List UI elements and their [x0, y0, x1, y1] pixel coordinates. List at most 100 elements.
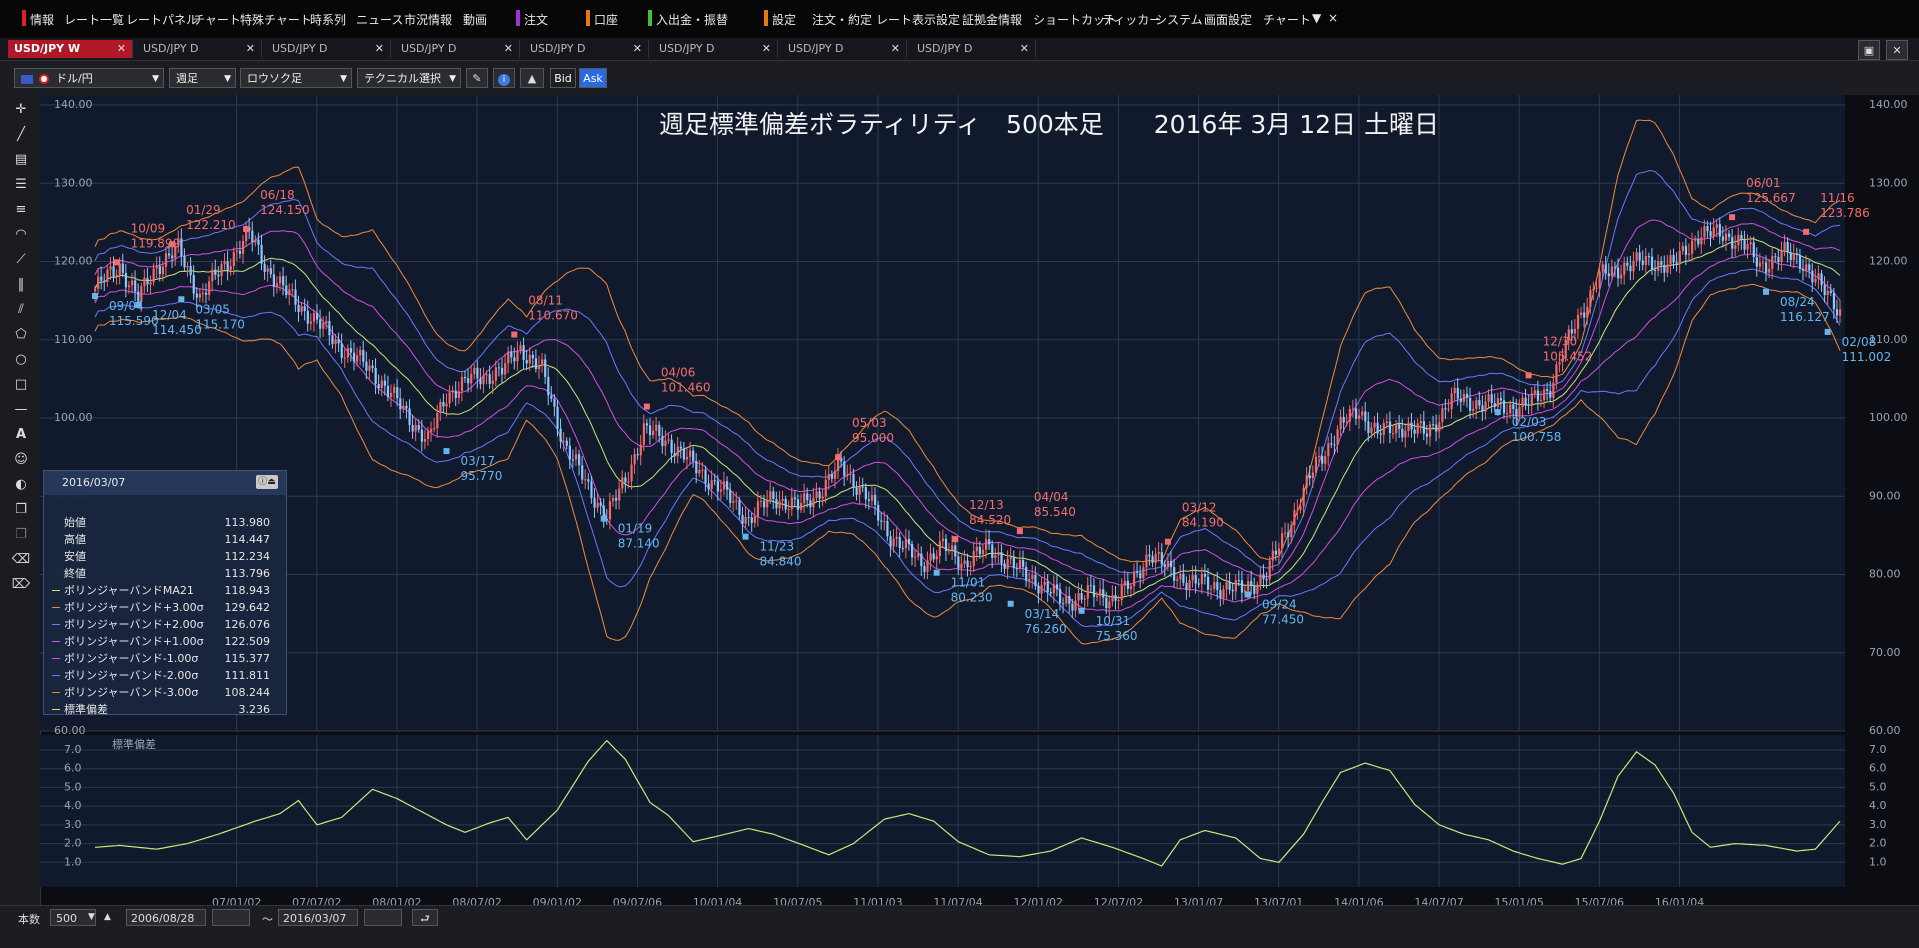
menu-item[interactable]: レートパネル [126, 11, 198, 28]
tab[interactable]: USD/JPY D ✕ [911, 40, 1036, 58]
y-tick-label-right: 80.00 [1869, 568, 1901, 581]
chevron-up-icon[interactable]: ▲ [104, 912, 111, 922]
x-tick-label: 12/01/02 [1014, 896, 1063, 905]
menu-item[interactable]: 注文 [524, 11, 548, 28]
fan-tool[interactable]: ⟋ [11, 250, 31, 270]
candle-body [544, 359, 547, 377]
menu-item[interactable]: 時系列 [310, 11, 346, 28]
tab[interactable]: USD/JPY D ✕ [782, 40, 907, 58]
candle-body [722, 481, 726, 490]
chart-style-button[interactable]: ▲ [520, 68, 544, 88]
start-time-field[interactable] [212, 909, 250, 926]
chevron-down-icon[interactable]: ▼ [88, 912, 95, 922]
menu-item[interactable]: システム [1155, 11, 1203, 28]
chart-area[interactable]: 140.00 140.00 130.00 130.00 120.00 120.00 110.… [40, 95, 1919, 905]
menu-item[interactable]: チャート [193, 11, 241, 28]
menu-item[interactable]: 画面設定 [1204, 11, 1252, 28]
candle-body [846, 474, 849, 476]
menu-item[interactable]: 設定 [772, 11, 796, 28]
info-button[interactable]: i [493, 68, 515, 88]
candle-body [670, 439, 673, 454]
menu-item[interactable]: 入出金・振替 [656, 11, 728, 28]
rectangle-tool[interactable]: □ [11, 375, 31, 395]
channel-tool[interactable]: ≡ [11, 200, 31, 220]
start-date-field[interactable]: 2006/08/28 [126, 909, 206, 926]
tab-close-icon[interactable]: ✕ [246, 40, 255, 58]
end-date-field[interactable]: 2016/03/07 [278, 909, 358, 926]
eraser-tool[interactable]: ⌫ [11, 550, 31, 570]
menu-item[interactable]: 特殊チャート [240, 11, 312, 28]
info-panel-settings-icon[interactable]: ⓘ⏏ [256, 475, 278, 489]
copy-tool[interactable]: ❐ [11, 500, 31, 520]
candle-body [759, 500, 763, 502]
maximize-button[interactable]: ▣ [1858, 40, 1880, 60]
y-tick-label-left: 130.00 [54, 176, 93, 189]
technical-select[interactable]: テクニカル選択 ▼ [357, 68, 461, 88]
crosshair-tool[interactable]: ✛ [11, 100, 31, 120]
end-time-field[interactable] [364, 909, 402, 926]
tab[interactable]: USD/JPY D ✕ [395, 40, 520, 58]
candle-body [1049, 592, 1052, 594]
pentagon-tool[interactable]: ⬠ [11, 325, 31, 345]
menu-item[interactable]: 証拠金情報 [962, 11, 1022, 28]
menu-item[interactable]: 注文・約定 [812, 11, 872, 28]
candle-body [1792, 253, 1795, 260]
mountain-chart-icon: ▲ [527, 72, 537, 85]
trendline-tool[interactable]: ╱ [11, 125, 31, 145]
ask-button[interactable]: Ask [579, 68, 607, 88]
candle-body [1089, 585, 1093, 587]
menu-item[interactable]: ▼ [1312, 11, 1321, 25]
menu-item[interactable]: ティッカー [1102, 11, 1161, 28]
candle-body [433, 428, 436, 430]
menu-item[interactable]: レート表示設定 [876, 11, 960, 28]
legend-swatch [52, 607, 60, 608]
ruler-tool[interactable]: ▤ [11, 150, 31, 170]
vertical-lines-tool[interactable]: ‖ [11, 275, 31, 295]
tab-close-icon[interactable]: ✕ [891, 40, 900, 58]
horizontal-line-tool[interactable]: ☰ [11, 175, 31, 195]
pen-tool-button[interactable]: ✎ [466, 68, 488, 88]
eraser-all-tool[interactable]: ⌦ [11, 575, 31, 595]
text-tool[interactable]: A [11, 425, 31, 445]
tab-close-icon[interactable]: ✕ [1020, 40, 1029, 58]
tab[interactable]: USD/JPY D ✕ [137, 40, 262, 58]
tab-close-icon[interactable]: ✕ [762, 40, 771, 58]
menu-item[interactable]: ニュース [356, 11, 403, 28]
edit-tool[interactable]: ◐ [11, 475, 31, 495]
circle-tool[interactable]: ○ [11, 350, 31, 370]
close-button[interactable]: ✕ [1886, 40, 1908, 60]
tab[interactable]: USD/JPY D ✕ [266, 40, 391, 58]
menu-item[interactable]: 動画 [463, 11, 487, 28]
candle-body [288, 289, 291, 296]
tab-close-icon[interactable]: ✕ [375, 40, 384, 58]
menu-item[interactable]: 口座 [594, 11, 618, 28]
chart-type-select[interactable]: ロウソク足 ▼ [240, 68, 352, 88]
paste-tool[interactable]: ❐ [11, 525, 31, 545]
menu-item[interactable]: 情報 [30, 11, 54, 28]
currency-pair-select[interactable]: ドル/円 ▼ [14, 68, 164, 88]
menu-item[interactable]: レート一覧 [64, 11, 124, 28]
tab-close-icon[interactable]: ✕ [633, 40, 642, 58]
menu-item[interactable]: × [1328, 11, 1338, 25]
menu-item[interactable]: 市況情報 [404, 11, 452, 28]
fibonacci-arc-tool[interactable]: ◠ [11, 225, 31, 245]
tab-close-icon[interactable]: ✕ [117, 40, 126, 58]
circle-icon: ○ [15, 352, 27, 367]
menu-item[interactable]: チャート [1263, 11, 1311, 28]
tab[interactable]: USD/JPY D ✕ [524, 40, 649, 58]
candle-body [676, 446, 679, 457]
candle-body [1472, 408, 1475, 411]
candle-body [821, 496, 824, 499]
tab-close-icon[interactable]: ✕ [504, 40, 513, 58]
extreme-date-label: 12/04 [152, 308, 187, 322]
extreme-date-label: 11/01 [951, 576, 986, 590]
ohlc-info-panel[interactable]: 2016/03/07 ⓘ⏏ 始値 113.980 高値 114.447 安値 112.23… [43, 470, 287, 716]
bid-button[interactable]: Bid [550, 68, 576, 88]
icon-tool[interactable]: ☺ [11, 450, 31, 470]
hline-tool[interactable]: — [11, 400, 31, 420]
reload-button[interactable]: ⮐ [412, 909, 438, 926]
tab-active[interactable]: USD/JPY W ✕ [8, 40, 133, 58]
period-select[interactable]: 週足 ▼ [169, 68, 236, 88]
tab[interactable]: USD/JPY D ✕ [653, 40, 778, 58]
pitchfork-tool[interactable]: ⫽ [11, 300, 31, 320]
